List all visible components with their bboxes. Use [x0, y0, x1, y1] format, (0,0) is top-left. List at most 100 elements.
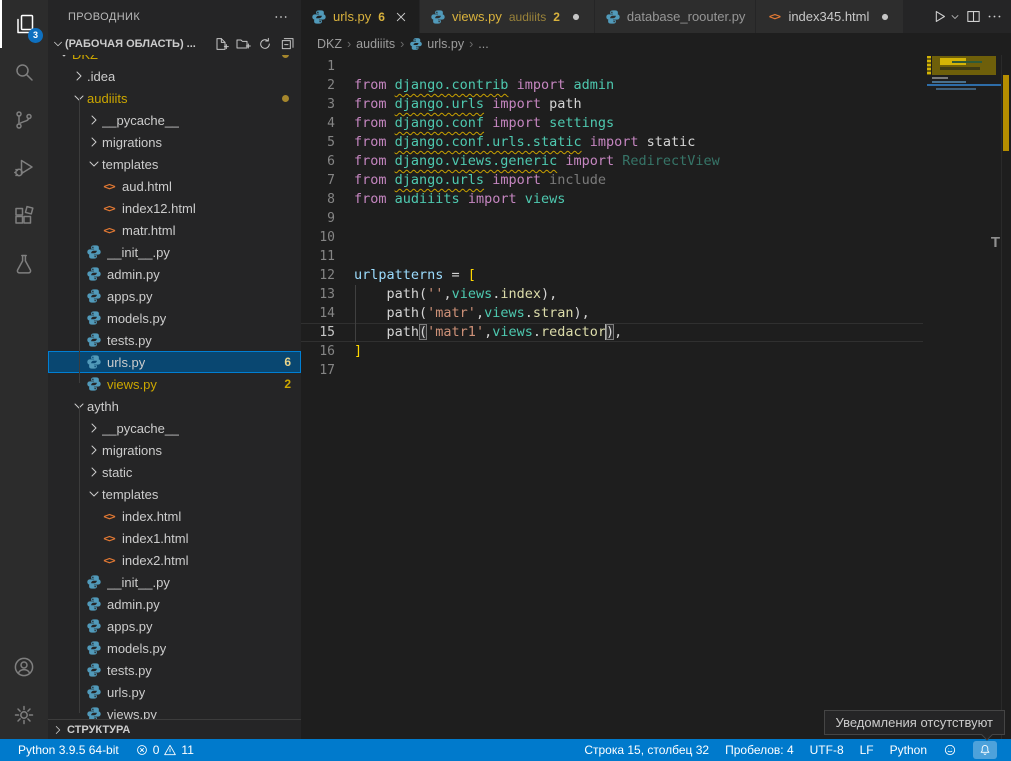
- tree-file-tests-py[interactable]: tests.py: [48, 659, 301, 681]
- close-icon[interactable]: [393, 9, 409, 25]
- dirty-indicator-icon[interactable]: [568, 9, 584, 25]
- activity-item-search[interactable]: [0, 48, 48, 96]
- status-notifications[interactable]: [965, 739, 1005, 761]
- tree-file-views-py[interactable]: views.py2: [48, 373, 301, 395]
- refresh-icon[interactable]: [257, 36, 273, 52]
- tab-index345-html[interactable]: <>index345.html: [756, 0, 904, 33]
- tree-file--init-py[interactable]: __init__.py: [48, 571, 301, 593]
- line-number[interactable]: 13: [301, 285, 335, 304]
- outline-section-header[interactable]: СТРУКТУРА: [48, 719, 301, 739]
- activity-item-explorer[interactable]: 3: [0, 0, 48, 48]
- line-number[interactable]: 12: [301, 266, 335, 285]
- explorer-more-actions-icon[interactable]: [273, 9, 289, 25]
- tree-file-index12-html[interactable]: <>index12.html: [48, 197, 301, 219]
- tree-file-index1-html[interactable]: <>index1.html: [48, 527, 301, 549]
- status-indentation[interactable]: Пробелов: 4: [717, 739, 802, 761]
- python-file-icon: [86, 574, 102, 590]
- tree-file-urls-py[interactable]: urls.py6: [48, 351, 301, 373]
- status-line-col[interactable]: Строка 15, столбец 32: [576, 739, 717, 761]
- status-python-interpreter[interactable]: Python 3.9.5 64-bit: [10, 739, 127, 761]
- tree-file-models-py[interactable]: models.py: [48, 307, 301, 329]
- breadcrumb-item[interactable]: DKZ: [317, 37, 342, 51]
- tree-file-index-html[interactable]: <>index.html: [48, 505, 301, 527]
- status-encoding[interactable]: UTF-8: [802, 739, 852, 761]
- tree-file-aud-html[interactable]: <>aud.html: [48, 175, 301, 197]
- tab-views-py[interactable]: views.pyaudiiits2: [420, 0, 595, 33]
- tree-folder-migrations[interactable]: migrations: [48, 131, 301, 153]
- run-dropdown-icon[interactable]: [949, 11, 961, 23]
- activity-item-settings[interactable]: [0, 691, 48, 739]
- line-number[interactable]: 15: [301, 323, 335, 342]
- tree-file-urls-py[interactable]: urls.py: [48, 681, 301, 703]
- tree-folder-static[interactable]: static: [48, 461, 301, 483]
- tree-file-views-py[interactable]: views.py: [48, 703, 301, 719]
- status-left: Python 3.9.5 64-bit011: [0, 739, 202, 761]
- new-folder-icon[interactable]: [235, 36, 251, 52]
- workspace-section-header[interactable]: (РАБОЧАЯ ОБЛАСТЬ) ...: [48, 33, 301, 55]
- line-number[interactable]: 2: [301, 76, 335, 95]
- tree-file-models-py[interactable]: models.py: [48, 637, 301, 659]
- tree-file-matr-html[interactable]: <>matr.html: [48, 219, 301, 241]
- status-problems[interactable]: 011: [127, 739, 202, 761]
- python-file-icon: [430, 9, 446, 25]
- line-number[interactable]: 5: [301, 133, 335, 152]
- line-number[interactable]: 7: [301, 171, 335, 190]
- tree-file-index2-html[interactable]: <>index2.html: [48, 549, 301, 571]
- breadcrumb-label: ...: [478, 37, 488, 51]
- tree-item-label: migrations: [102, 135, 162, 150]
- line-number[interactable]: 1: [301, 57, 335, 76]
- more-actions-icon[interactable]: [986, 8, 1003, 25]
- tab-urls-py[interactable]: urls.py6: [301, 0, 420, 33]
- editor-scrollbar[interactable]: [1001, 55, 1011, 739]
- line-number[interactable]: 4: [301, 114, 335, 133]
- tree-folder-aythh[interactable]: aythh: [48, 395, 301, 417]
- tree-folder-templates[interactable]: templates: [48, 483, 301, 505]
- tree-file-tests-py[interactable]: tests.py: [48, 329, 301, 351]
- activity-item-testing[interactable]: [0, 240, 48, 288]
- tree-file--init-py[interactable]: __init__.py: [48, 241, 301, 263]
- run-python-file-icon[interactable]: [931, 8, 948, 25]
- activity-item-source-control[interactable]: [0, 96, 48, 144]
- tree-file-apps-py[interactable]: apps.py: [48, 285, 301, 307]
- breadcrumb-item[interactable]: audiiits: [356, 37, 395, 51]
- code-editor[interactable]: 12from django.contrib import admin3from …: [301, 55, 1011, 739]
- tree-folder--pycache-[interactable]: __pycache__: [48, 109, 301, 131]
- new-file-icon[interactable]: [213, 36, 229, 52]
- activity-item-run-and-debug[interactable]: [0, 144, 48, 192]
- tree-folder-templates[interactable]: templates: [48, 153, 301, 175]
- line-number[interactable]: 8: [301, 190, 335, 209]
- minimap[interactable]: [927, 55, 1001, 739]
- split-editor-icon[interactable]: [965, 8, 982, 25]
- tree-file-admin-py[interactable]: admin.py: [48, 263, 301, 285]
- line-number[interactable]: 14: [301, 304, 335, 323]
- line-number[interactable]: 9: [301, 209, 335, 228]
- line-number[interactable]: 10: [301, 228, 335, 247]
- activity-item-account[interactable]: [0, 643, 48, 691]
- breadcrumb-item[interactable]: ...: [478, 37, 488, 51]
- tab-database-roouter-py[interactable]: database_roouter.py: [595, 0, 757, 33]
- activity-item-extensions[interactable]: [0, 192, 48, 240]
- line-number[interactable]: 17: [301, 361, 335, 380]
- line-number[interactable]: 3: [301, 95, 335, 114]
- breadcrumb-item[interactable]: urls.py: [409, 37, 464, 51]
- tree-file-apps-py[interactable]: apps.py: [48, 615, 301, 637]
- tree-file-admin-py[interactable]: admin.py: [48, 593, 301, 615]
- line-number[interactable]: 6: [301, 152, 335, 171]
- tree-folder-migrations[interactable]: migrations: [48, 439, 301, 461]
- code-line-11: 11: [301, 247, 1011, 266]
- line-number[interactable]: 16: [301, 342, 335, 361]
- notifications-bell[interactable]: [973, 741, 997, 759]
- chevron-right-icon: [86, 134, 102, 150]
- tree-folder--idea[interactable]: .idea: [48, 65, 301, 87]
- tree-folder--pycache-[interactable]: __pycache__: [48, 417, 301, 439]
- dirty-indicator-icon[interactable]: [877, 9, 893, 25]
- tree-folder-dkz[interactable]: DKZ: [48, 55, 301, 65]
- chevron-right-icon: [86, 442, 102, 458]
- run-debug-icon: [12, 156, 36, 180]
- status-eol[interactable]: LF: [852, 739, 882, 761]
- status-feedback[interactable]: [935, 739, 965, 761]
- tree-folder-audiiits[interactable]: audiiits: [48, 87, 301, 109]
- line-number[interactable]: 11: [301, 247, 335, 266]
- status-language[interactable]: Python: [882, 739, 935, 761]
- collapse-all-icon[interactable]: [279, 36, 295, 52]
